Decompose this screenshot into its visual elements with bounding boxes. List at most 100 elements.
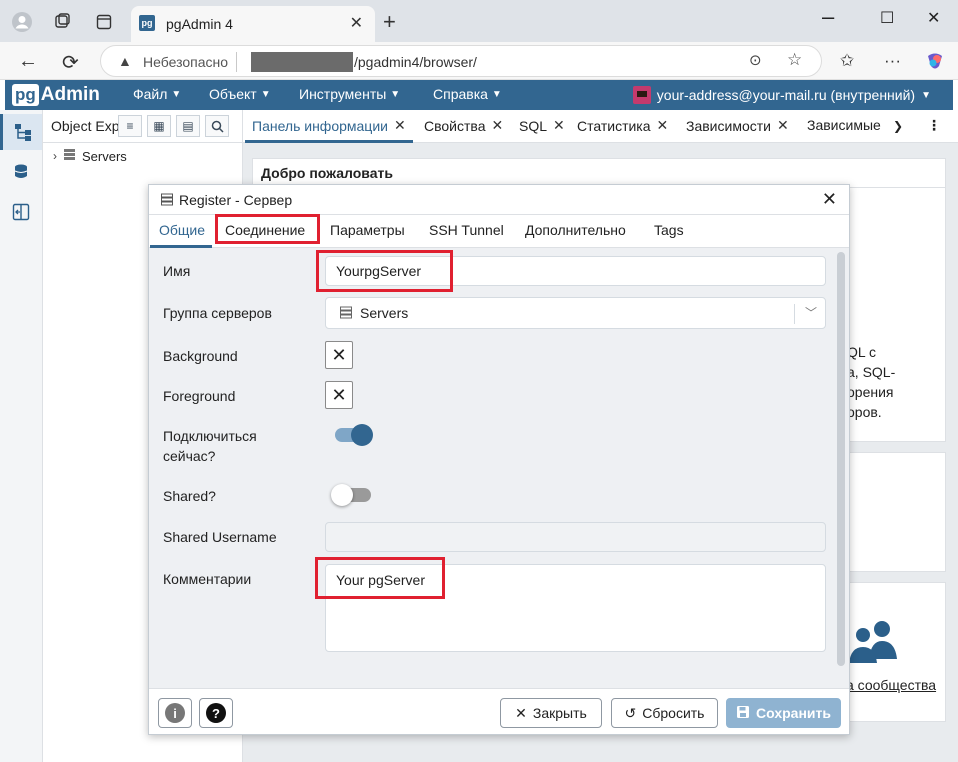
address-bar[interactable]: ▲ Небезопасно /pgadmin4/browser/ ⊙ ☆ [100,45,822,77]
tab-connection[interactable]: Соединение [225,222,305,238]
new-tab-icon[interactable]: + [383,9,396,35]
close-icon[interactable]: ✕ [394,117,406,134]
close-icon[interactable]: ✕ [657,117,669,134]
shared-username-input[interactable] [325,522,826,552]
close-icon[interactable]: ✕ [491,117,503,134]
menu-object[interactable]: Объект ▼ [209,86,271,102]
back-arrow-icon[interactable]: ← [18,50,38,73]
tab-sql[interactable]: SQL ✕ [519,117,565,134]
tab-general[interactable]: Общие [159,222,205,238]
server-group-value: Servers [360,305,409,321]
more-menu-icon[interactable]: ··· [884,51,901,71]
pgadmin-favicon-icon: pg [139,15,155,31]
tree-item-label: Servers [82,148,127,164]
tab-statistics[interactable]: Статистика ✕ [577,117,668,134]
tab-advanced[interactable]: Дополнительно [525,222,626,238]
welcome-title: Добро пожаловать [261,165,393,181]
menu-file[interactable]: Файл ▼ [133,86,181,102]
close-window-icon[interactable]: ✕ [927,8,940,28]
help-button[interactable]: ? [199,698,233,728]
tab-tags[interactable]: Tags [654,222,684,238]
chevron-down-icon[interactable]: ﹀ [805,304,817,321]
shared-toggle[interactable] [331,484,371,506]
menu-tools[interactable]: Инструменты ▼ [299,86,400,102]
schema-diff-icon[interactable] [9,200,33,224]
tab-dependents[interactable]: Зависимые [807,117,887,133]
welcome-text-line: орения [847,384,894,400]
foreground-color-picker[interactable]: ✕ [325,381,353,409]
background-label: Background [163,348,238,364]
security-label[interactable]: Небезопасно [143,54,228,70]
menu-help-label: Справка [433,86,488,102]
tab-ssh-tunnel[interactable]: SSH Tunnel [429,222,504,238]
browser-toolbar: ← ⟳ ▲ Небезопасно /pgadmin4/browser/ ⊙ ☆… [0,42,958,80]
user-menu[interactable]: your-address@your-mail.ru (внутренний) ▼ [632,86,931,104]
community-link[interactable]: а сообщества [846,677,936,693]
explorer-title: Object Exp [51,118,120,134]
reload-icon[interactable]: ⟳ [62,50,79,75]
profile-icon[interactable] [10,10,34,34]
select-divider [794,304,795,324]
register-server-dialog: Register - Сервер ✕ Общие Соединение Пар… [148,184,850,735]
connect-now-toggle[interactable] [335,424,373,446]
database-icon[interactable] [9,160,33,184]
tab-dependencies[interactable]: Зависимости ✕ [686,117,789,134]
comment-textarea[interactable]: Your pgServer [325,564,826,652]
browser-tab-pgadmin[interactable]: pg pgAdmin 4 ✕ [131,6,375,42]
view-data-icon[interactable]: ▦ [147,115,171,137]
close-button[interactable]: ✕ Закрыть [500,698,602,728]
clear-icon: ✕ [331,384,347,405]
shared-username-label: Shared Username [163,529,277,545]
query-tool-icon[interactable]: ≡ [118,115,142,137]
chevron-down-icon: ▼ [921,89,931,101]
user-label: your-address@your-mail.ru (внутренний) [656,87,916,103]
minimize-icon[interactable]: – [822,4,834,30]
url-path[interactable]: /pgadmin4/browser/ [354,54,477,70]
copilot-icon[interactable] [925,51,945,76]
foreground-label: Foreground [163,388,236,404]
object-explorer-icon[interactable] [0,114,42,150]
workspaces-icon[interactable] [50,10,74,34]
pgadmin-menubar: pg Admin Файл ▼ Объект ▼ Инструменты ▼ Спра… [5,80,953,110]
dialog-header[interactable]: Register - Сервер ✕ [149,185,849,215]
name-input[interactable]: YourpgServer [325,256,826,286]
chevron-down-icon[interactable]: ❯ [893,119,903,133]
close-icon[interactable]: ✕ [553,117,565,134]
maximize-icon[interactable]: ☐ [880,8,894,28]
close-icon[interactable]: ✕ [777,117,789,134]
save-button[interactable]: Сохранить [726,698,841,728]
favorites-icon[interactable]: ✩ [840,51,854,71]
community-icon[interactable] [849,619,899,670]
background-color-picker[interactable]: ✕ [325,341,353,369]
tab-dashboard[interactable]: Панель информации ✕ [252,117,406,134]
warning-icon[interactable]: ▲ [118,53,132,69]
toggle-knob [331,484,353,506]
tree-item-servers[interactable]: › Servers [53,148,127,164]
server-group-icon [340,306,352,322]
close-icon[interactable]: ✕ [822,189,837,210]
favorite-star-icon[interactable]: ☆ [787,50,802,70]
tab-actions-icon[interactable] [92,10,116,34]
tab-label: Панель информации [252,117,388,134]
info-button[interactable]: i [158,698,192,728]
redacted-host [251,52,353,72]
chevron-right-icon[interactable]: › [53,149,57,163]
help-icon: ? [206,703,226,723]
more-page-icon[interactable]: ⊙ [749,51,762,69]
left-rail [0,110,43,762]
reset-button[interactable]: ↺ Сбросить [611,698,718,728]
save-button-label: Сохранить [756,705,831,721]
save-icon [736,705,750,722]
filtered-rows-icon[interactable]: ▤ [176,115,200,137]
tab-properties[interactable]: Свойства ✕ [424,117,503,134]
close-tab-icon[interactable]: ✕ [350,13,363,33]
menu-help[interactable]: Справка ▼ [433,86,502,102]
name-label: Имя [163,263,191,279]
search-icon[interactable] [205,115,229,137]
server-group-select[interactable]: Servers ﹀ [325,297,826,329]
tab-parameters[interactable]: Параметры [330,222,405,238]
reset-button-label: Сбросить [642,705,705,721]
dialog-scrollbar[interactable] [837,252,845,666]
comment-label: Комментарии [163,571,252,587]
more-vertical-icon[interactable]: ⋮ [927,117,941,134]
